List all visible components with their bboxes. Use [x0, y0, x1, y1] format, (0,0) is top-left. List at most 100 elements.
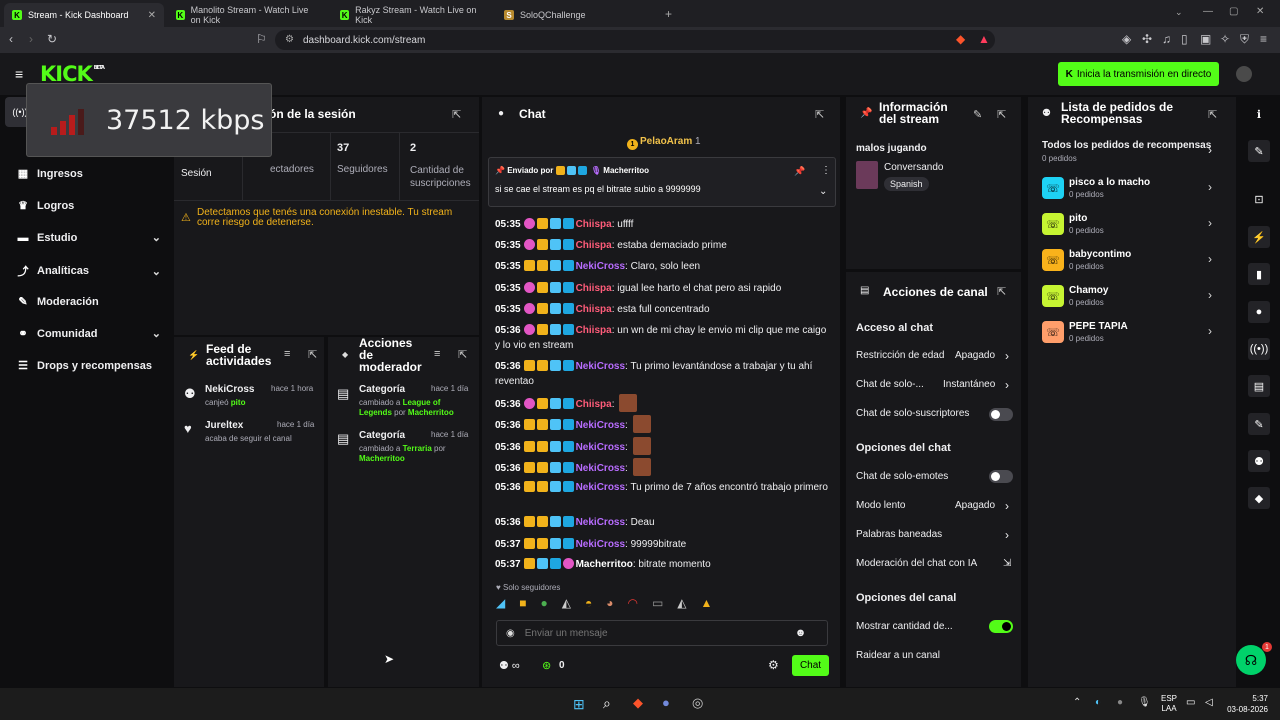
message-username[interactable]: Chiispa: [576, 240, 612, 251]
emote-icon[interactable]: ◓: [585, 596, 592, 614]
wallet-icon[interactable]: ▣: [1200, 32, 1211, 46]
back-icon[interactable]: ‹: [9, 32, 13, 46]
message-username[interactable]: NekiCross: [576, 261, 625, 272]
feed-user[interactable]: Jureltex: [205, 420, 243, 431]
message-username[interactable]: Macherritoo: [576, 559, 633, 570]
volume-icon[interactable]: ◁: [1205, 697, 1213, 708]
emote-icon[interactable]: ●: [540, 596, 547, 614]
kick-points-icon[interactable]: ⊛: [542, 659, 551, 672]
vpn-icon[interactable]: ⛨: [1240, 32, 1249, 47]
chat-message[interactable]: 05:36 NekiCross:: [495, 415, 830, 433]
feed-user[interactable]: NekiCross: [205, 384, 254, 395]
chat-message[interactable]: 05:36 Chiispa: un wn de mi chay le envio …: [495, 323, 830, 353]
chat-message[interactable]: 05:36 NekiCross: Deau: [495, 515, 830, 530]
wrench-icon[interactable]: ✎: [1248, 413, 1270, 435]
chevron-right-icon[interactable]: ›: [1005, 378, 1009, 392]
pin-icon[interactable]: 📌: [794, 166, 805, 177]
chat-message[interactable]: 05:35 Chiispa: esta full concentrado: [495, 302, 830, 317]
message-username[interactable]: NekiCross: [576, 517, 625, 528]
reload-icon[interactable]: ↻: [47, 32, 57, 46]
site-info-icon[interactable]: ⚙: [285, 34, 294, 45]
filter-icon[interactable]: ≡: [434, 348, 440, 360]
sidebar-item-moderacion[interactable]: ✎ Moderación: [16, 295, 161, 309]
extension-icon[interactable]: ◈: [1122, 32, 1131, 46]
music-icon[interactable]: ♫: [1162, 32, 1171, 46]
emote-icon[interactable]: ◭: [562, 596, 571, 614]
chevron-right-icon[interactable]: ›: [1208, 324, 1212, 338]
message-username[interactable]: Chiispa: [576, 325, 612, 336]
popout-icon[interactable]: ⇱: [308, 348, 317, 361]
browser-tab-kick-dashboard[interactable]: K Stream - Kick Dashboard ✕: [4, 3, 164, 27]
browser-tab-soloq[interactable]: S SoloQChallenge: [496, 3, 656, 27]
chat-message[interactable]: 05:37 NekiCross: 99999bitrate: [495, 537, 830, 552]
obs-icon[interactable]: ◎: [692, 695, 703, 711]
search-icon[interactable]: ⌕: [603, 695, 611, 712]
followers-only-value[interactable]: Instantáneo: [943, 379, 995, 390]
reward-item[interactable]: ☏ babycontimo 0 pedidos ›: [1042, 249, 1222, 275]
chevron-right-icon[interactable]: ›: [1208, 288, 1212, 302]
chevron-down-icon[interactable]: ⌄: [819, 186, 827, 197]
sidebar-item-estudio[interactable]: ▬ Estudio ⌄: [16, 231, 162, 245]
emote-icon[interactable]: ◠: [627, 596, 637, 614]
target-icon[interactable]: ⊡: [1248, 188, 1270, 210]
send-chat-button[interactable]: Chat: [792, 655, 829, 676]
leo-ai-icon[interactable]: ✧: [1220, 32, 1230, 46]
message-username[interactable]: Chiispa: [576, 283, 612, 294]
bookmark-icon[interactable]: ⚐: [256, 32, 267, 46]
discord-icon[interactable]: ●: [662, 695, 670, 710]
emote-icon[interactable]: ◢: [496, 596, 505, 614]
emote-icon[interactable]: ■: [519, 596, 526, 614]
language-indicator[interactable]: ESP LAA: [1161, 694, 1177, 714]
maximize-icon[interactable]: ▢: [1229, 6, 1238, 17]
steam-icon[interactable]: ◐: [1095, 697, 1101, 708]
stream-category[interactable]: Conversando: [884, 162, 943, 173]
microphone-icon[interactable]: 🎙: [1138, 697, 1151, 708]
pinned-message[interactable]: 📌 Enviado por 🎙 Macherritoo si se cae el…: [488, 157, 836, 207]
message-username[interactable]: Chiispa: [576, 304, 612, 315]
all-rewards-label[interactable]: Todos los pedidos de recompensas: [1042, 140, 1211, 151]
chat-message[interactable]: 05:35 NekiCross: Claro, solo leen: [495, 259, 830, 274]
close-tab-icon[interactable]: ✕: [148, 10, 156, 21]
chat-icon[interactable]: ●: [1248, 301, 1270, 323]
clock[interactable]: 5:37 03-08-2026: [1226, 693, 1268, 715]
subs-only-toggle[interactable]: [989, 408, 1013, 421]
emote-icon[interactable]: ◕: [606, 596, 613, 614]
emotes-only-toggle[interactable]: [989, 470, 1013, 483]
show-count-toggle[interactable]: [989, 620, 1013, 633]
chat-message[interactable]: 05:36 NekiCross:: [495, 437, 830, 455]
chat-message-input[interactable]: [524, 627, 795, 639]
hamburger-menu-icon[interactable]: ≡: [15, 66, 23, 82]
chevron-right-icon[interactable]: ›: [1208, 216, 1212, 230]
avatar[interactable]: [1236, 66, 1252, 82]
chevron-right-icon[interactable]: ›: [1005, 349, 1009, 363]
ai-moderation-label[interactable]: Moderación del chat con IA: [856, 558, 977, 569]
chat-message[interactable]: 05:36 Chiispa:: [495, 394, 830, 412]
sidebar-item-comunidad[interactable]: ⚭ Comunidad ⌄: [16, 327, 161, 341]
message-username[interactable]: NekiCross: [576, 463, 625, 474]
chevron-right-icon[interactable]: ›: [1005, 528, 1009, 542]
age-restriction-value[interactable]: Apagado: [955, 350, 995, 361]
reward-item[interactable]: ☏ pisco a lo macho 0 pedidos ›: [1042, 177, 1222, 203]
chevron-right-icon[interactable]: ›: [1005, 499, 1009, 513]
reward-item[interactable]: ☏ PEPE TAPIA 0 pedidos ›: [1042, 321, 1222, 347]
new-tab-icon[interactable]: +: [665, 7, 672, 21]
chevron-right-icon[interactable]: ›: [1208, 143, 1212, 157]
lightning-icon[interactable]: ⚡: [1248, 226, 1270, 248]
settings-gear-icon[interactable]: ⚙: [768, 658, 779, 672]
go-live-button[interactable]: K Inicia la transmisión en directo: [1058, 62, 1219, 86]
list-icon[interactable]: ▤: [1248, 375, 1270, 397]
popout-icon[interactable]: ⇱: [815, 108, 824, 121]
sidebar-item-logros[interactable]: ♛ Logros: [16, 199, 161, 213]
broadcast-icon[interactable]: ((•)): [1248, 338, 1270, 360]
browser-tab-manolito[interactable]: K Manolito Stream - Watch Live on Kick: [168, 3, 328, 27]
top-gifter[interactable]: 1 PelaoAram 1: [627, 136, 701, 150]
banned-words-label[interactable]: Palabras baneadas: [856, 529, 942, 540]
emoji-icon[interactable]: ☻: [795, 627, 807, 639]
popout-icon[interactable]: ⇱: [997, 108, 1006, 121]
reward-item[interactable]: ☏ Chamoy 0 pedidos ›: [1042, 285, 1222, 311]
raid-channel-label[interactable]: Raidear a un canal: [856, 650, 940, 661]
brave-browser-icon[interactable]: ◆: [633, 695, 643, 711]
forward-icon[interactable]: ›: [29, 32, 33, 46]
popout-icon[interactable]: ⇱: [997, 285, 1006, 298]
sidebar-item-drops[interactable]: ☰ Drops y recompensas: [16, 359, 161, 373]
